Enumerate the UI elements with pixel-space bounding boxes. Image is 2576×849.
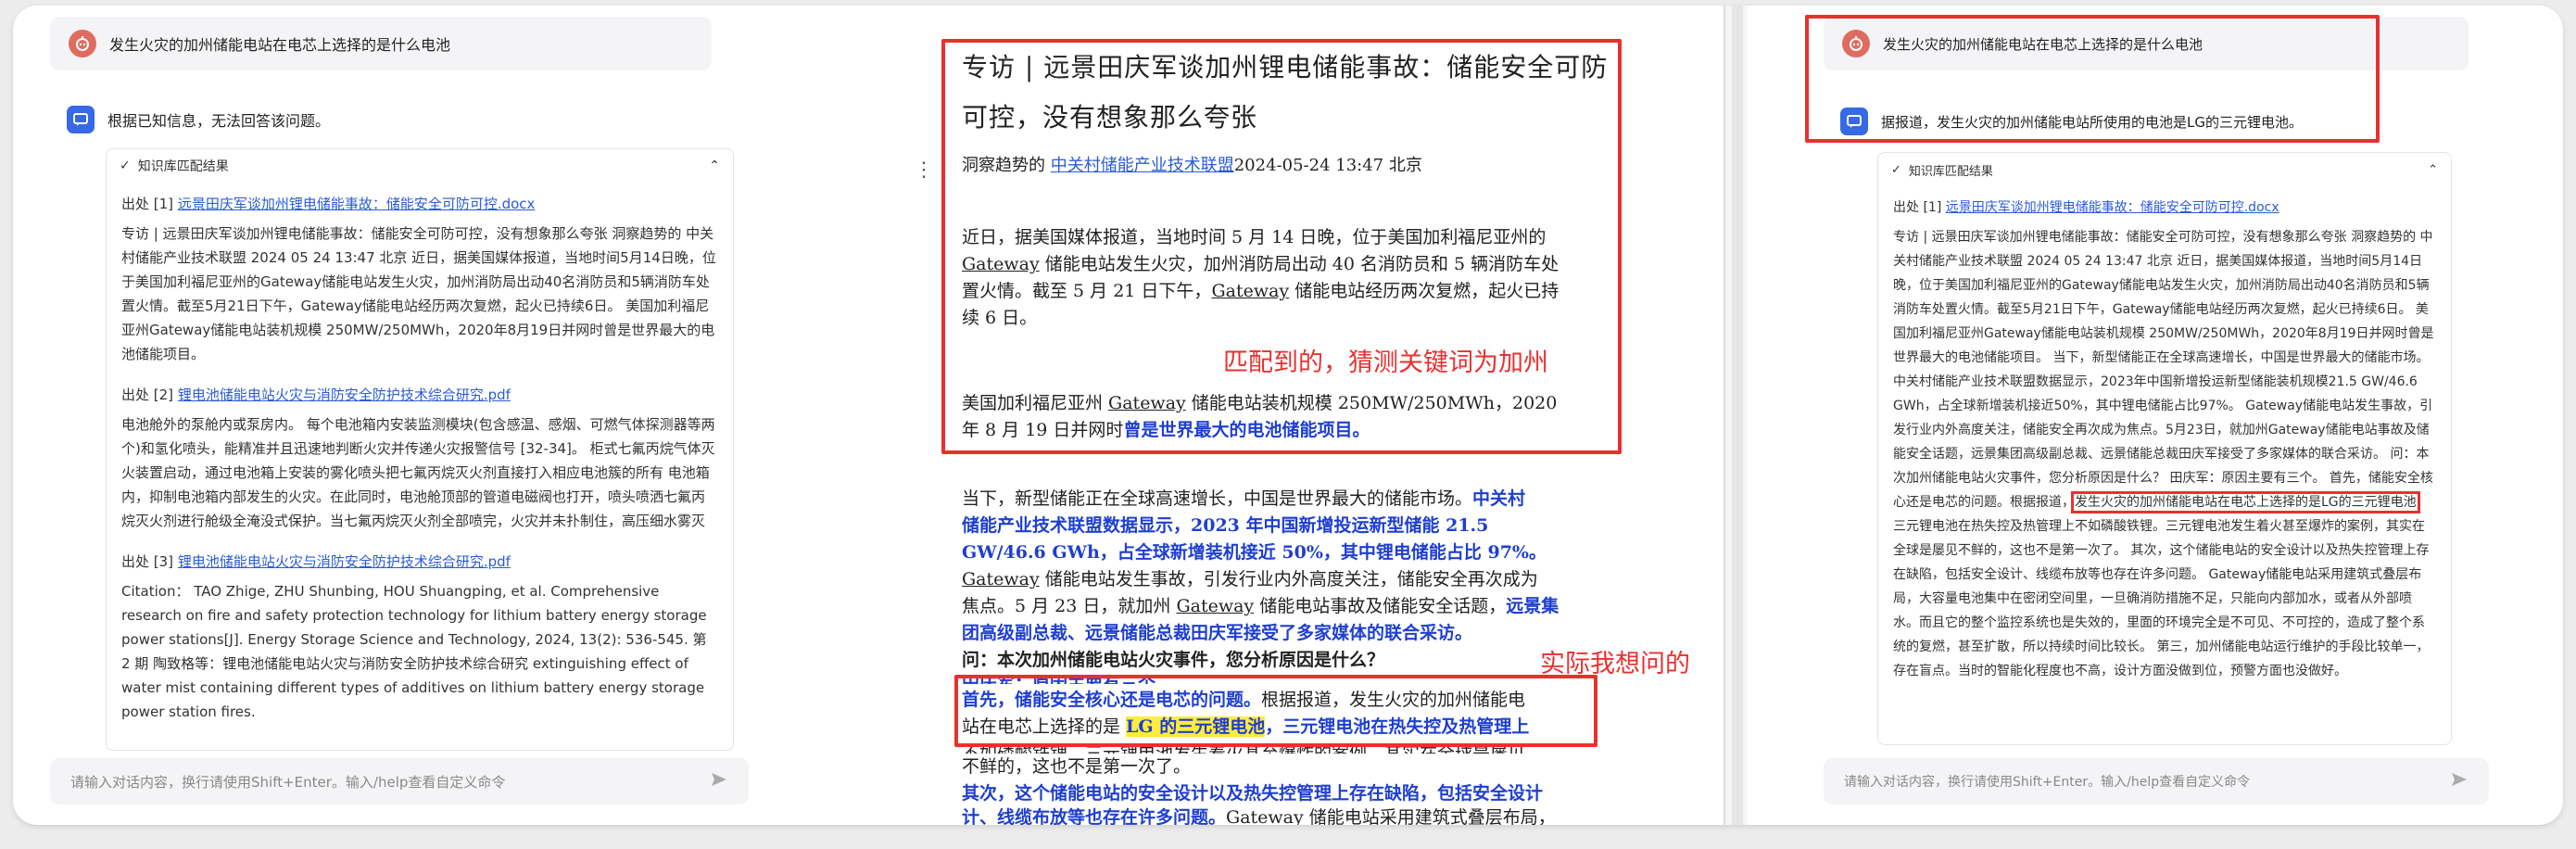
source-1: 出处 [1] 远景田庆军谈加州锂电储能事故：储能安全可防可控.docx — [1893, 200, 2279, 215]
source-2-excerpt: 电池舱外的泵舱内或泵房内。 每个电池箱内安装监测模块(包含感温、感烟、可燃气体探… — [121, 416, 715, 529]
send-icon[interactable] — [2450, 770, 2469, 792]
chat-input[interactable]: 请输入对话内容，换行请使用Shift+Enter。输入/help查看自定义命令 — [50, 758, 749, 805]
doc-line: 团高级副总裁、远景储能总裁田庆军接受了多家媒体的联合采访。 — [962, 623, 1473, 643]
assistant-answer: 根据已知信息，无法回答该问题。 — [67, 106, 330, 133]
source-3: 出处 [3] 锂电池储能电站火灾与消防安全防护技术综合研究.pdf — [121, 553, 511, 570]
chevron-up-icon[interactable]: ⌃ — [2428, 163, 2438, 177]
chat-input-placeholder: 请输入对话内容，换行请使用Shift+Enter。输入/help查看自定义命令 — [70, 773, 506, 791]
source-1-excerpt: 专访 | 远景田庆军谈加州锂电储能事故：储能安全可防可控，没有想象那么夸张 洞察… — [121, 225, 716, 362]
knowledge-results-panel: ✓ 知识库匹配结果 ⌃ 出处 [1] 远景田庆军谈加州锂电储能事故：储能安全可防… — [106, 148, 734, 751]
scrollbar[interactable] — [1724, 6, 1748, 825]
source-1-link[interactable]: 远景田庆军谈加州锂电储能事故：储能安全可防可控.docx — [1946, 200, 2279, 215]
knowledge-results-header[interactable]: ✓ 知识库匹配结果 ⌃ — [1878, 153, 2451, 186]
check-icon: ✓ — [120, 158, 131, 173]
answer-text: 根据已知信息，无法回答该问题。 — [107, 112, 331, 130]
knowledge-results-header[interactable]: ✓ 知识库匹配结果 ⌃ — [107, 149, 733, 183]
doc-line: Gateway 储能电站发生事故，引发行业内外高度关注，储能安全再次成为 — [962, 569, 1538, 589]
source-1-link[interactable]: 远景田庆军谈加州锂电储能事故：储能安全可防可控.docx — [178, 196, 536, 212]
chat-input[interactable]: 请输入对话内容，换行请使用Shift+Enter。输入/help查看自定义命令 — [1824, 758, 2489, 805]
knowledge-results-title: 知识库匹配结果 — [137, 159, 229, 174]
chevron-up-icon[interactable]: ⌃ — [709, 158, 720, 173]
source-2: 出处 [2] 锂电池储能电站火灾与消防安全防护技术综合研究.pdf — [121, 386, 511, 403]
doc-line: 计、线缆布放等也存在许多问题。Gateway 储能电站采用建筑式叠层布局， — [962, 807, 1556, 825]
user-question: 发生火灾的加州储能电站在电芯上选择的是什么电池 — [50, 17, 712, 70]
chat-input-placeholder: 请输入对话内容，换行请使用Shift+Enter。输入/help查看自定义命令 — [1844, 775, 2251, 790]
source-2-link[interactable]: 锂电池储能电站火灾与消防安全防护技术综合研究.pdf — [178, 386, 511, 403]
knowledge-results-title: 知识库匹配结果 — [1908, 164, 1993, 179]
source-3-link[interactable]: 锂电池储能电站火灾与消防安全防护技术综合研究.pdf — [178, 553, 511, 570]
source-1-excerpt: 专访 | 远景田庆军谈加州锂电储能事故：储能安全可防可控，没有想象那么夸张 洞察… — [1893, 230, 2434, 678]
doc-line: 不鲜的，这也不是第一次了。 — [962, 756, 1192, 777]
app-window: 发生火灾的加州储能电站在电芯上选择的是什么电池 根据已知信息，无法回答该问题。 … — [13, 6, 2563, 825]
doc-line: 焦点。5 月 23 日，就加州 Gateway 储能电站事故及储能安全话题，远景… — [962, 596, 1559, 616]
knowledge-results-panel: ✓ 知识库匹配结果 ⌃ 出处 [1] 远景田庆军谈加州锂电储能事故：储能安全可防… — [1877, 152, 2452, 745]
doc-line: 问：本次加州储能电站火灾事件，您分析原因是什么？ — [962, 650, 1385, 670]
check-icon: ✓ — [1891, 162, 1901, 177]
send-icon[interactable] — [710, 770, 728, 792]
doc-line: 当下，新型储能正在全球高速增长，中国是世界最大的储能市场。中关村 — [962, 488, 1526, 509]
highlight-box-matched — [941, 39, 1622, 454]
question-text: 发生火灾的加州储能电站在电芯上选择的是什么电池 — [109, 36, 451, 54]
doc-line: 储能产业技术联盟数据显示，2023 年中国新增投运新型储能 21.5 — [962, 515, 1489, 536]
right-chat-panel: 发生火灾的加州储能电站在电芯上选择的是什么电池 据报道，发生火灾的加州储能电站所… — [1748, 6, 2563, 825]
source-3-excerpt: Citation： TAO Zhige, ZHU Shunbing, HOU S… — [121, 583, 707, 720]
highlight-box-answer — [1805, 15, 2380, 143]
highlight-box-evidence: 发生火灾的加州储能电站在电芯上选择的是LG的三元锂电池 — [2071, 491, 2420, 513]
source-1: 出处 [1] 远景田庆军谈加州锂电储能事故：储能安全可防可控.docx — [121, 196, 536, 212]
doc-line: 其次，这个储能电站的安全设计以及热失控管理上存在缺陷，包括安全设计 — [962, 783, 1544, 804]
left-chat-panel: 发生火灾的加州储能电站在电芯上选择的是什么电池 根据已知信息，无法回答该问题。 … — [13, 6, 875, 825]
doc-line: GW/46.6 GWh，占全球新增装机接近 50%，其中锂电储能占比 97%。 — [962, 542, 1547, 563]
chat-bubble-icon — [67, 106, 95, 133]
highlight-box-question — [954, 675, 1597, 747]
robot-face-icon — [69, 30, 96, 57]
document-view: ⋮⋮ 专访 | 远景田庆军谈加州锂电储能事故：储能安全可防可控，没有想象那么夸张… — [875, 6, 1724, 825]
